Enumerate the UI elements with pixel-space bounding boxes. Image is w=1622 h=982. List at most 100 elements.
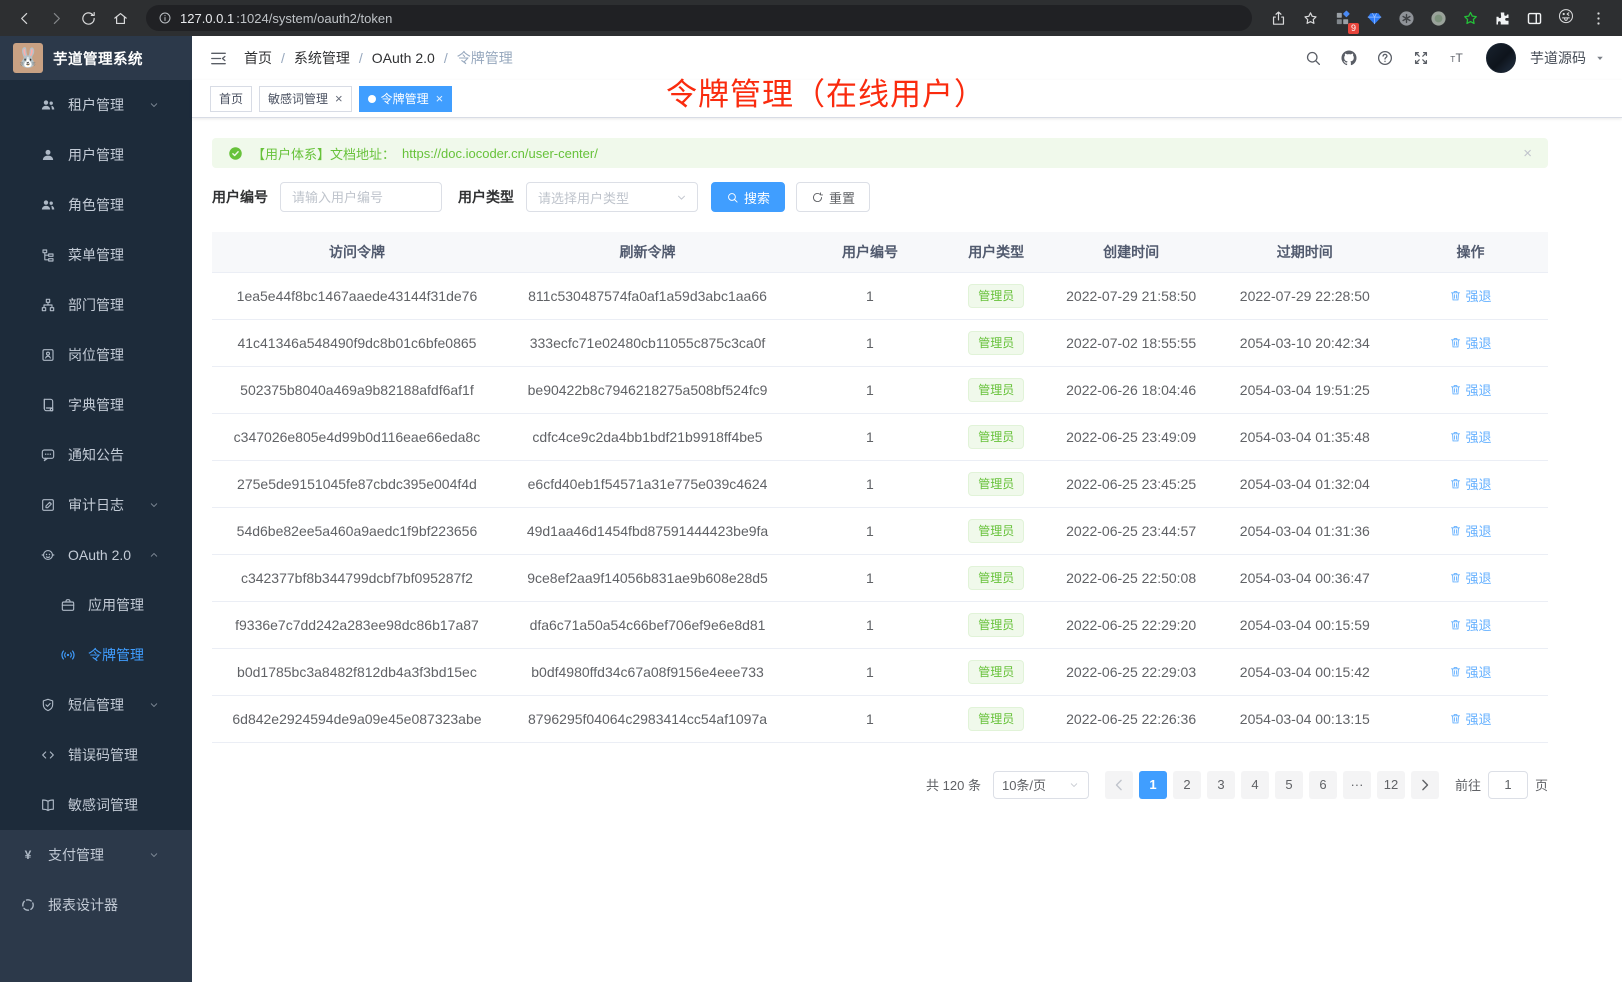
alert-link[interactable]: https://doc.iocoder.cn/user-center/ bbox=[402, 146, 598, 161]
tab-home[interactable]: 首页 bbox=[210, 86, 252, 112]
breadcrumb-item[interactable]: 系统管理 bbox=[294, 48, 350, 68]
cell-action: 强退 bbox=[1393, 601, 1548, 648]
extension-grid-icon[interactable]: 9 bbox=[1328, 4, 1356, 32]
share-icon[interactable] bbox=[1264, 4, 1292, 32]
column-header-expires: 过期时间 bbox=[1217, 232, 1393, 272]
user-type-label: 用户类型 bbox=[458, 187, 514, 207]
sidebar-item-dept[interactable]: 部门管理 bbox=[0, 280, 192, 330]
fullscreen-icon[interactable] bbox=[1406, 43, 1436, 73]
goto-page-input[interactable] bbox=[1488, 771, 1528, 799]
reset-button[interactable]: 重置 bbox=[796, 182, 870, 212]
sidebar-item-sms[interactable]: 短信管理 bbox=[0, 680, 192, 730]
breadcrumb-item[interactable]: OAuth 2.0 bbox=[372, 50, 435, 66]
breadcrumb-item[interactable]: 首页 bbox=[244, 48, 272, 68]
extension-gem-icon[interactable] bbox=[1360, 4, 1388, 32]
sidebar-item-label: 错误码管理 bbox=[68, 745, 138, 765]
tab-sensitive-word[interactable]: 敏感词管理× bbox=[259, 86, 352, 112]
force-logout-button[interactable]: 强退 bbox=[1449, 286, 1491, 305]
force-logout-button[interactable]: 强退 bbox=[1449, 709, 1491, 728]
close-icon[interactable]: × bbox=[436, 92, 444, 105]
close-icon[interactable]: × bbox=[335, 92, 343, 105]
github-icon[interactable] bbox=[1334, 43, 1364, 73]
page-button-12[interactable]: 12 bbox=[1377, 771, 1405, 799]
alert-close-icon[interactable]: × bbox=[1523, 145, 1532, 162]
sidebar-item-user[interactable]: 用户管理 bbox=[0, 130, 192, 180]
table-row: c347026e805e4d99b0d116eae66eda8ccdfc4ce9… bbox=[212, 413, 1548, 460]
dict-icon bbox=[40, 397, 56, 413]
user-id-input[interactable] bbox=[280, 182, 442, 212]
page-button-2[interactable]: 2 bbox=[1173, 771, 1201, 799]
page-button-4[interactable]: 4 bbox=[1241, 771, 1269, 799]
page-button-6[interactable]: 6 bbox=[1309, 771, 1337, 799]
extension-green-star-icon[interactable] bbox=[1456, 4, 1484, 32]
next-page-button[interactable] bbox=[1411, 771, 1439, 799]
page-button-1[interactable]: 1 bbox=[1139, 771, 1167, 799]
sidebar-item-label: 报表设计器 bbox=[48, 895, 118, 915]
help-icon[interactable] bbox=[1370, 43, 1400, 73]
sidebar-item-sensitive-word[interactable]: 敏感词管理 bbox=[0, 780, 192, 830]
font-size-icon[interactable]: TT bbox=[1442, 43, 1472, 73]
home-icon[interactable] bbox=[106, 4, 134, 32]
trash-icon bbox=[1449, 430, 1462, 443]
avatar[interactable] bbox=[1486, 43, 1516, 73]
sidebar-item-pay[interactable]: ¥支付管理 bbox=[0, 830, 192, 880]
force-logout-button[interactable]: 强退 bbox=[1449, 333, 1491, 352]
force-logout-label: 强退 bbox=[1465, 568, 1491, 587]
users-icon bbox=[40, 197, 56, 213]
bookmark-star-icon[interactable] bbox=[1296, 4, 1324, 32]
extension-record-icon[interactable] bbox=[1424, 4, 1452, 32]
profile-emoji-icon[interactable]: 😜 bbox=[1552, 4, 1580, 32]
user-type-badge: 管理员 bbox=[968, 284, 1024, 308]
prev-page-button[interactable] bbox=[1105, 771, 1133, 799]
browser-toolbar: 127.0.0.1:1024/system/oauth2/token 9 😜 bbox=[0, 0, 1622, 36]
doc-alert: 【用户体系】文档地址： https://doc.iocoder.cn/user-… bbox=[212, 138, 1548, 168]
page-ellipsis[interactable]: ··· bbox=[1343, 771, 1371, 799]
sidebar-item-label: 敏感词管理 bbox=[68, 795, 138, 815]
trash-icon bbox=[1449, 289, 1462, 302]
force-logout-button[interactable]: 强退 bbox=[1449, 568, 1491, 587]
forward-icon[interactable] bbox=[42, 4, 70, 32]
sidebar-item-oauth2-token[interactable]: 令牌管理 bbox=[0, 630, 192, 680]
sidebar-item-dict[interactable]: 字典管理 bbox=[0, 380, 192, 430]
extensions-puzzle-icon[interactable] bbox=[1488, 4, 1516, 32]
sidebar-item-post[interactable]: 岗位管理 bbox=[0, 330, 192, 380]
reload-icon[interactable] bbox=[74, 4, 102, 32]
hamburger-icon[interactable] bbox=[209, 49, 228, 68]
force-logout-button[interactable]: 强退 bbox=[1449, 380, 1491, 399]
page-size-select[interactable]: 10条/页 bbox=[993, 771, 1089, 799]
force-logout-button[interactable]: 强退 bbox=[1449, 474, 1491, 493]
user-type-select[interactable]: 请选择用户类型 bbox=[526, 182, 698, 212]
caret-down-icon[interactable] bbox=[1594, 52, 1606, 64]
back-icon[interactable] bbox=[10, 4, 38, 32]
search-button[interactable]: 搜索 bbox=[711, 182, 785, 212]
force-logout-button[interactable]: 强退 bbox=[1449, 662, 1491, 681]
force-logout-label: 强退 bbox=[1465, 333, 1491, 352]
user-name[interactable]: 芋道源码 bbox=[1530, 48, 1586, 68]
sidebar-item-oauth2-app[interactable]: 应用管理 bbox=[0, 580, 192, 630]
page-button-5[interactable]: 5 bbox=[1275, 771, 1303, 799]
force-logout-button[interactable]: 强退 bbox=[1449, 521, 1491, 540]
address-bar[interactable]: 127.0.0.1:1024/system/oauth2/token bbox=[146, 5, 1252, 31]
force-logout-button[interactable]: 强退 bbox=[1449, 615, 1491, 634]
side-panel-icon[interactable] bbox=[1520, 4, 1548, 32]
extension-command-icon[interactable] bbox=[1392, 4, 1420, 32]
tab-token[interactable]: 令牌管理× bbox=[359, 86, 453, 112]
browser-menu-icon[interactable] bbox=[1584, 4, 1612, 32]
app-logo[interactable]: 🐰 芋道管理系统 bbox=[0, 36, 192, 80]
cell-user-type: 管理员 bbox=[947, 648, 1046, 695]
cell-created: 2022-06-25 23:44:57 bbox=[1046, 507, 1217, 554]
search-icon[interactable] bbox=[1298, 43, 1328, 73]
force-logout-button[interactable]: 强退 bbox=[1449, 427, 1491, 446]
sidebar-item-menu[interactable]: 菜单管理 bbox=[0, 230, 192, 280]
sidebar-item-notice[interactable]: 通知公告 bbox=[0, 430, 192, 480]
info-icon[interactable] bbox=[158, 11, 172, 25]
cell-expires: 2054-03-04 01:35:48 bbox=[1217, 413, 1393, 460]
sidebar-item-oauth2[interactable]: OAuth 2.0 bbox=[0, 530, 192, 580]
page-button-3[interactable]: 3 bbox=[1207, 771, 1235, 799]
sidebar-item-label: OAuth 2.0 bbox=[68, 547, 131, 563]
sidebar-item-tenant[interactable]: 租户管理 bbox=[0, 80, 192, 130]
sidebar-item-report-designer[interactable]: 报表设计器 bbox=[0, 880, 192, 930]
sidebar-item-audit-log[interactable]: 审计日志 bbox=[0, 480, 192, 530]
sidebar-item-role[interactable]: 角色管理 bbox=[0, 180, 192, 230]
sidebar-item-error-code[interactable]: 错误码管理 bbox=[0, 730, 192, 780]
